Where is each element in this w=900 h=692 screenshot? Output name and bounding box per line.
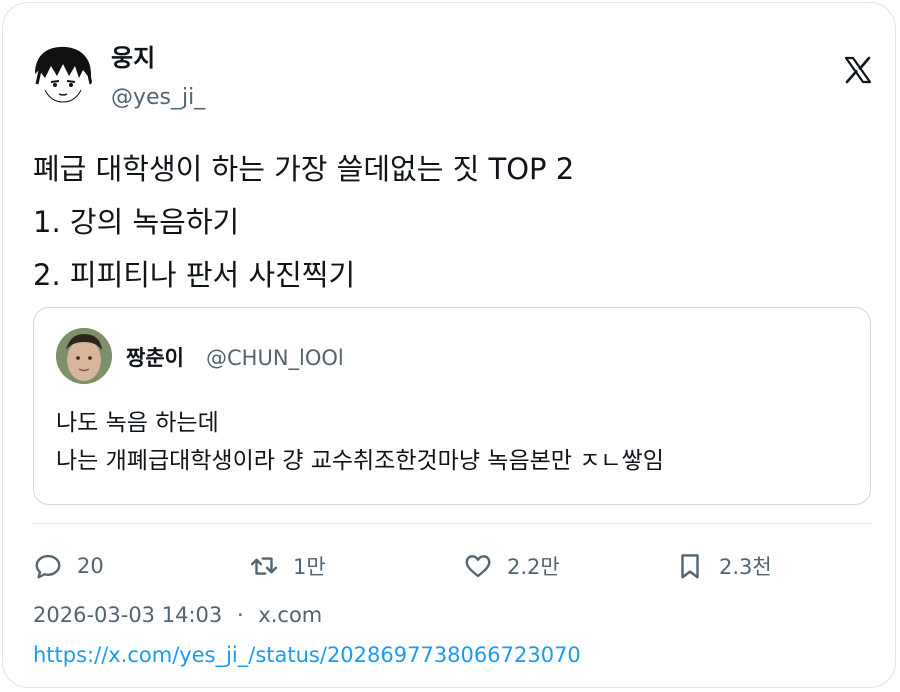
retweet-icon [250,557,278,575]
quote-author-handle[interactable]: @CHUN_lOOl [206,345,344,371]
like-count: 2.2만 [507,555,560,579]
retweet-count: 1만 [293,555,326,579]
bookmark-count: 2.3천 [719,555,772,579]
quote-author-name[interactable]: 짱춘이 [126,345,184,371]
reply-button[interactable]: 20 [33,548,104,584]
retweet-button[interactable]: 1만 [249,548,326,584]
reply-count: 20 [77,554,104,578]
tweet-text: 폐급 대학생이 하는 가장 쓸데없는 짓 TOP 2 1. 강의 녹음하기 2.… [33,143,574,302]
heart-icon [465,555,491,578]
bookmark-button[interactable]: 2.3천 [675,548,772,584]
divider [33,523,871,524]
tweet-url-link[interactable]: https://x.com/yes_ji_/status/20286977380… [33,641,581,669]
timestamp[interactable]: 2026-03-03 14:03 [33,603,222,627]
like-button[interactable]: 2.2만 [463,548,560,584]
tweet-card: 웅지 @yes_ji_ 폐급 대학생이 하는 가장 쓸데없는 짓 TOP 2 1… [2,2,896,688]
quoted-tweet[interactable]: 짱춘이 @CHUN_lOOl 나도 녹음 하는데 나는 개폐급대학생이라 걍 교… [33,307,871,505]
author-handle[interactable]: @yes_ji_ [111,84,205,112]
tweet-line: 폐급 대학생이 하는 가장 쓸데없는 짓 TOP 2 [33,152,575,186]
tweet-meta: 2026-03-03 14:03 · x.com [33,601,322,629]
author-name[interactable]: 웅지 [111,43,155,73]
quote-line: 나도 녹음 하는데 [56,410,219,436]
quote-text: 나도 녹음 하는데 나는 개폐급대학생이라 걍 교수취조한것마냥 녹음본만 ㅈㄴ… [56,404,664,480]
separator: · [236,603,244,627]
author-avatar[interactable] [33,44,93,104]
bookmark-icon [681,554,699,579]
tweet-line: 2. 피피티나 판서 사진찍기 [33,258,356,292]
tweet-line: 1. 강의 녹음하기 [33,205,240,239]
reply-icon [35,554,61,579]
source: x.com [258,603,323,627]
quote-line: 나는 개폐급대학생이라 걍 교수취조한것마냥 녹음본만 ㅈㄴ쌓임 [56,448,664,474]
x-logo-icon[interactable] [843,55,873,85]
quote-author-avatar[interactable] [56,328,112,384]
